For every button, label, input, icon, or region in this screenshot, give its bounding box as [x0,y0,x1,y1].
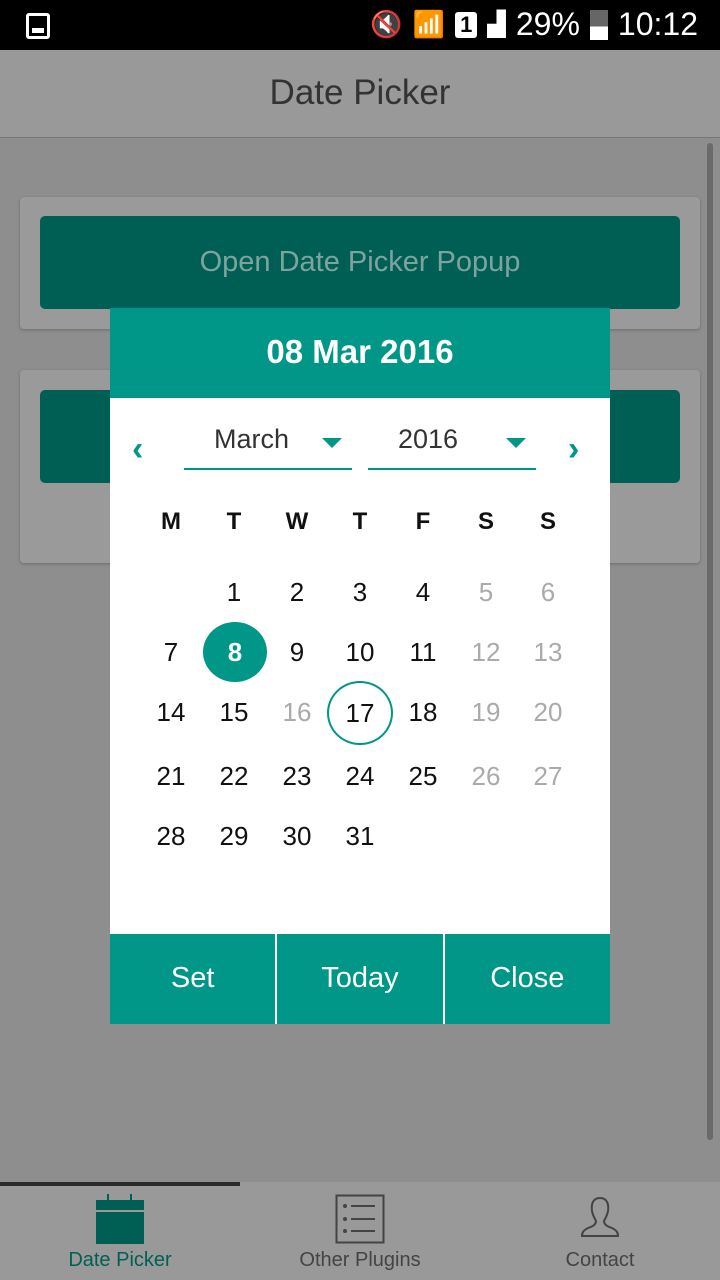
battery-text: 29% [515,6,580,42]
day-cell[interactable]: 22 [203,746,265,806]
open-date-picker-popup-button[interactable]: Open Date Picker Popup [40,216,680,309]
day-cell[interactable]: 1 [203,562,265,622]
day-cell[interactable]: 7 [140,622,202,682]
day-cell[interactable]: 24 [329,746,391,806]
day-cell: 27 [533,761,563,791]
weekday-header: W [285,508,309,535]
day-cell: 5 [478,577,494,607]
day-cell: 13 [533,637,563,667]
dropdown-arrow-icon [506,438,526,448]
day-cell[interactable]: 28 [140,806,202,866]
signal-icon: ▟ [487,11,506,38]
day-cell[interactable]: 2 [266,562,328,622]
day-cell: 20 [533,697,563,727]
chevron-right-icon[interactable]: › [568,430,579,469]
clock: 10:12 [617,6,698,42]
day-cell: 16 [282,697,312,727]
day-cell[interactable]: 29 [203,806,265,866]
calendar-icon [96,1194,144,1244]
day-cell[interactable]: 14 [140,682,202,742]
tab-label: Other Plugins [299,1249,421,1271]
close-button[interactable]: Close [442,934,610,1024]
scrollbar[interactable] [707,143,713,1140]
year-select[interactable]: 2016 [368,418,536,470]
day-cell[interactable]: 23 [266,746,328,806]
day-cell[interactable]: 18 [392,682,454,742]
selected-date-display: 08 Mar 2016 [110,308,610,398]
month-value: March [214,424,290,454]
selected-day[interactable]: 8 [203,622,267,682]
day-cell[interactable]: 30 [266,806,328,866]
date-picker-popup: 08 Mar 2016 ‹ › March 2016 MTWTFSS123456… [110,308,610,1024]
vibrate-mute-icon: 🔇 [370,9,403,39]
page-title: Date Picker [0,50,720,138]
weekday-header: S [539,508,556,535]
today-button[interactable]: Today [275,934,442,1024]
bottom-nav: Date Picker Other Plugins Contact [0,1182,720,1280]
sim-icon: 1 [455,11,478,38]
day-cell[interactable]: 21 [140,746,202,806]
today-day[interactable]: 17 [327,681,393,745]
day-cell: 26 [471,761,501,791]
weekday-header: T [226,508,242,535]
day-cell[interactable]: 3 [329,562,391,622]
wifi-icon: 📶 [412,9,446,39]
day-cell[interactable]: 31 [329,806,391,866]
set-button[interactable]: Set [110,934,275,1024]
weekday-header: T [352,508,368,535]
day-cell[interactable]: 15 [203,682,265,742]
tab-contact[interactable]: Contact [480,1182,720,1280]
day-cell[interactable]: 4 [392,562,454,622]
tab-date-picker[interactable]: Date Picker [0,1182,240,1280]
month-select[interactable]: March [184,418,352,470]
weekday-header: S [477,508,494,535]
day-cell[interactable]: 11 [392,622,454,682]
weekday-header: M [161,508,181,535]
tab-other-plugins[interactable]: Other Plugins [240,1182,480,1280]
day-cell: 12 [471,637,501,667]
day-cell[interactable]: 9 [266,622,328,682]
year-value: 2016 [398,424,459,454]
dropdown-arrow-icon [322,438,342,448]
day-cell[interactable]: 10 [329,622,391,682]
person-icon [580,1196,620,1237]
tab-label: Date Picker [68,1249,172,1271]
weekday-header: F [415,508,431,535]
list-icon [335,1194,385,1244]
battery-icon [589,9,608,40]
day-cell[interactable]: 25 [392,746,454,806]
day-cell: 19 [471,697,501,727]
tab-label: Contact [565,1249,635,1271]
status-bar: 🔇 📶 1 ▟ 29% 10:12 [0,0,720,50]
chevron-left-icon[interactable]: ‹ [132,430,143,469]
day-cell: 6 [540,577,556,607]
image-icon [26,13,50,39]
